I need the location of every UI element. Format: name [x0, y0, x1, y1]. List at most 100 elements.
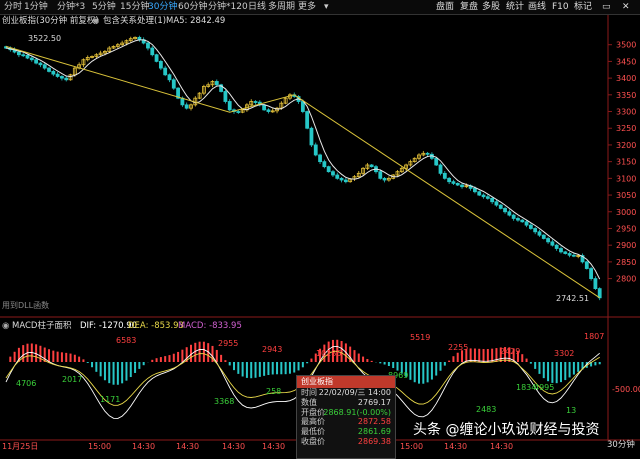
time-tick-label: 14:30 — [444, 442, 467, 451]
candle-body — [309, 127, 314, 146]
tooltip-row: 时间 22/02/09/三 14:00 — [297, 388, 395, 398]
candle-body — [150, 47, 155, 56]
candle-body — [17, 51, 21, 56]
price-tick-label: 3500 — [616, 41, 636, 50]
ma5-line — [5, 39, 601, 280]
tooltip-value: 2872.58 — [357, 417, 391, 427]
candle-body — [236, 111, 241, 113]
tooltip-key: 数值 — [301, 397, 317, 407]
candle-body — [318, 154, 322, 163]
macd-area-label: 2943 — [262, 345, 282, 354]
candle-body — [214, 81, 219, 86]
candle-body — [339, 177, 344, 181]
macd-area-label: 2429 — [500, 347, 520, 356]
tooltip-title: 创业板指 — [297, 376, 395, 388]
candle-body — [163, 67, 168, 76]
ma5-value: MA5: 2842.49 — [166, 16, 226, 26]
macd-area-label: 2017 — [62, 375, 82, 384]
time-tick-label: 14:30 — [262, 442, 285, 451]
price-tick-label: 3200 — [616, 141, 636, 150]
candle-body — [455, 182, 460, 186]
candle-body — [498, 204, 503, 209]
candle-body — [180, 97, 185, 106]
macd-area-label: 4995 — [534, 383, 554, 392]
candle-body — [378, 171, 383, 179]
candle-body — [171, 79, 176, 89]
macd-toggle-icon[interactable]: ◉ — [2, 320, 9, 332]
candle-body — [51, 71, 56, 75]
tooltip-value: 2868.91(-0.00%) — [323, 407, 391, 417]
time-tick-label: 15:00 — [400, 442, 423, 451]
macd-area-label: 13 — [566, 406, 576, 415]
candle-body — [266, 109, 271, 112]
candle-body — [322, 161, 327, 168]
macd-area-label: 4706 — [16, 379, 36, 388]
candle-body — [425, 152, 430, 155]
candle-body — [25, 54, 30, 59]
tooltip-key: 收盘价 — [301, 436, 325, 446]
macd-area-label: 1171 — [100, 395, 120, 404]
time-tick-label: 11月25日 — [2, 442, 38, 451]
candle-body — [223, 91, 228, 102]
macd-header: ◉ MACD柱子面积 DIF: -1270.90 DEA: -853.93 MA… — [0, 320, 640, 332]
tooltip-row: 开盘价 2868.91(-0.00%) — [297, 408, 395, 418]
candle-body — [434, 157, 439, 166]
tooltip-value: 2769.17 — [357, 397, 391, 407]
candle-body — [490, 197, 495, 203]
high-price-label: 3522.50 — [28, 34, 61, 43]
time-tick-label: 14:30 — [222, 442, 245, 451]
candle-body — [537, 231, 542, 236]
candle-body — [477, 191, 482, 196]
candle-body — [167, 74, 172, 81]
candle-body — [227, 101, 232, 111]
chart-title: 创业板指(30分钟 前复权) — [2, 16, 99, 26]
tooltip-key: 时间 — [301, 388, 317, 397]
dll-note: 用到DLL函数 — [2, 300, 49, 310]
candle-body — [64, 77, 69, 81]
candle-body — [546, 238, 550, 243]
time-tick-label: 15:00 — [88, 442, 111, 451]
price-tick-label: 3150 — [616, 158, 636, 167]
macd-area-label: 3302 — [554, 349, 574, 358]
price-tick-label: 2900 — [616, 241, 636, 250]
candle-body — [447, 177, 452, 183]
tooltip-key: 开盘价 — [301, 407, 325, 417]
price-tick-label: 3050 — [616, 191, 636, 200]
candle-body — [559, 248, 563, 253]
candle-body — [567, 253, 572, 256]
candle-body — [494, 201, 499, 206]
price-tick-label: 3350 — [616, 91, 636, 100]
macd-area-label: 5519 — [410, 333, 430, 342]
macd-name: MACD柱子面积 — [12, 321, 72, 331]
tooltip-row: 最高价 2872.58 — [297, 417, 395, 427]
macd-area-label: 2483 — [476, 405, 496, 414]
candle-body — [262, 104, 267, 111]
candle-body — [571, 254, 576, 257]
candle-body — [524, 221, 529, 226]
candle-body — [533, 228, 538, 233]
candle-body — [158, 61, 163, 69]
price-tick-label: 3100 — [616, 174, 636, 183]
price-tick-label: 3400 — [616, 74, 636, 83]
candle-body — [584, 261, 589, 269]
candle-body — [29, 57, 34, 61]
macd-area-label: 10285 — [316, 349, 341, 358]
price-tick-label: 3000 — [616, 208, 636, 217]
candle-body — [528, 224, 533, 229]
candle-body — [253, 101, 258, 103]
candle-body — [382, 177, 387, 181]
candle-body — [38, 62, 43, 66]
tooltip-row: 数值 2769.17 — [297, 398, 395, 408]
candle-body — [305, 111, 310, 129]
stroke-segment-line — [5, 45, 600, 299]
tooltip-key: 最高价 — [301, 417, 325, 427]
dea-value: DEA: -853.93 — [128, 321, 184, 331]
candle-body — [507, 211, 512, 216]
tooltip-key: 最低价 — [301, 427, 325, 437]
candle-body — [541, 234, 546, 239]
candle-body — [137, 36, 142, 41]
candle-body — [481, 194, 486, 198]
indicator-toggle-icon[interactable]: ◉ — [92, 15, 99, 28]
candle-body — [300, 101, 305, 112]
price-tick-label: 3250 — [616, 124, 636, 133]
